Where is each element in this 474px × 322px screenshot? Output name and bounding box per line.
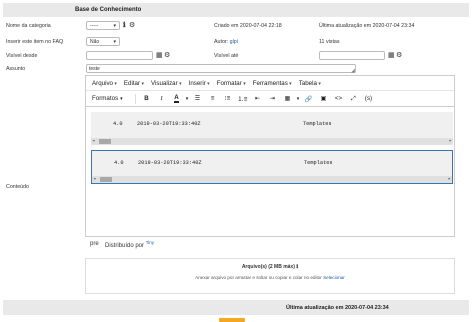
gear-icon[interactable]: ⚙: [164, 51, 170, 59]
element-path[interactable]: pre: [90, 241, 99, 247]
horizontal-scrollbar[interactable]: ◂ ▸: [92, 176, 452, 183]
created-date: Criado em 2020-07-04 22:18: [214, 23, 282, 29]
formats-label: Formatos: [92, 95, 119, 102]
outdent-icon[interactable]: ⇤: [250, 93, 265, 105]
scroll-left-icon[interactable]: ◂: [93, 176, 96, 182]
calendar-icon[interactable]: ▦: [388, 51, 395, 59]
scroll-right-icon[interactable]: ▸: [449, 138, 452, 144]
menu-insert[interactable]: Inserir: [189, 80, 210, 87]
category-select[interactable]: ----- ▾: [86, 21, 120, 30]
rich-text-editor[interactable]: Arquivo Editar Visualizar Inserir Format…: [85, 75, 455, 237]
code-block: 4.0 2019-03-20T19:33:40Z Templates ◂ ▸: [91, 112, 453, 145]
fullscreen-icon[interactable]: ⤢: [346, 93, 361, 105]
align-justify-icon[interactable]: ≡: [205, 93, 220, 105]
faq-value: Não: [90, 38, 100, 45]
subject-value: teste: [89, 66, 100, 72]
visible-until-label: Visível até: [214, 53, 239, 59]
code-timestamp: 2019-03-20T19:33:40Z: [138, 160, 202, 166]
bullet-list-icon[interactable]: ⁝≡: [220, 93, 235, 105]
menu-edit[interactable]: Editar: [124, 80, 144, 87]
chevron-down-icon: ▾: [113, 38, 116, 45]
save-button[interactable]: [219, 318, 245, 322]
page-title: Base de Conhecimento: [75, 7, 142, 13]
menu-tools[interactable]: Ferramentas: [253, 80, 292, 87]
table-icon[interactable]: ▦: [280, 93, 295, 105]
visible-from-input[interactable]: [86, 51, 153, 60]
image-icon[interactable]: ▣: [316, 93, 331, 105]
gear-icon[interactable]: ⚙: [396, 51, 402, 59]
code-timestamp: 2019-03-20T19:33:40Z: [137, 121, 201, 127]
scroll-left-icon[interactable]: ◂: [92, 138, 95, 144]
menu-file[interactable]: Arquivo: [92, 80, 117, 87]
author-label-text: Autor:: [214, 39, 229, 45]
upload-hint-text: Anexar arquivo por arrastar e soltar ou …: [195, 275, 322, 280]
horizontal-scrollbar[interactable]: ◂ ▸: [91, 138, 453, 145]
views-count: 11 vistas: [319, 39, 340, 45]
indent-icon[interactable]: ⇥: [265, 93, 280, 105]
link-icon[interactable]: 🔗: [301, 93, 316, 105]
text-color-icon[interactable]: A: [169, 93, 184, 105]
code-name: Templates: [304, 160, 333, 166]
code-name: Templates: [303, 121, 332, 127]
info-icon[interactable]: ℹ: [296, 264, 298, 270]
upload-title-text: Arquivo(s) (2 MB máx): [241, 264, 295, 270]
powered-by: Distribuído por Tiny: [105, 240, 154, 249]
page-header: Base de Conhecimento: [3, 3, 469, 17]
select-file-link[interactable]: Selecionar: [323, 275, 345, 280]
code-version: 4.0: [113, 121, 123, 127]
menu-table[interactable]: Tabela: [299, 80, 321, 87]
code-icon[interactable]: <>: [331, 93, 346, 105]
code-version: 4.0: [114, 160, 124, 166]
footer-last-update: Última atualização em 2020-07-04 23:34: [286, 305, 389, 311]
formats-dropdown[interactable]: Formatos ▾: [92, 93, 132, 105]
scrollbar-thumb[interactable]: [99, 139, 111, 144]
italic-icon[interactable]: I: [154, 93, 169, 105]
editor-toolbar: Formatos ▾ B I A ▾ ☰ ≡ ⁝≡ ⒈≡ ⇤ ⇥ ▦ ▾ 🔗 ▣…: [86, 91, 454, 107]
scroll-right-icon[interactable]: ▸: [448, 176, 451, 182]
menu-view[interactable]: Visualizar: [151, 80, 182, 87]
editor-menubar: Arquivo Editar Visualizar Inserir Format…: [86, 76, 454, 91]
source-code-icon[interactable]: (s): [361, 93, 376, 105]
category-value: -----: [90, 22, 99, 29]
author-label: Autor: glpi: [214, 39, 238, 45]
tiny-link[interactable]: Tiny: [146, 240, 154, 245]
info-icon[interactable]: ℹ: [123, 21, 126, 29]
faq-select[interactable]: Não ▾: [86, 37, 120, 46]
visible-until-input[interactable]: [319, 51, 385, 60]
bold-icon[interactable]: B: [139, 93, 154, 105]
toolbar-divider: [135, 93, 136, 104]
code-block-selected: 4.0 2019-03-20T19:33:40Z Templates ◂ ▸: [91, 150, 453, 184]
footer-bar: Última atualização em 2020-07-04 23:34: [3, 300, 469, 315]
file-upload-area[interactable]: Arquivo(s) (2 MB máx) ℹ Anexar arquivo p…: [85, 258, 455, 294]
subject-label: Assunto: [6, 66, 26, 72]
subject-input[interactable]: teste: [86, 64, 356, 73]
visible-from-label: Visível desde: [6, 53, 38, 59]
upload-title: Arquivo(s) (2 MB máx) ℹ: [86, 264, 454, 270]
powered-by-text: Distribuído por: [105, 243, 145, 249]
chevron-down-icon: ▾: [120, 95, 123, 102]
chevron-down-icon: ▾: [113, 22, 116, 29]
numbered-list-icon[interactable]: ⒈≡: [235, 93, 250, 105]
updated-date: Última atualização em 2020-07-04 23:34: [319, 23, 415, 29]
upload-hint: Anexar arquivo por arrastar e soltar ou …: [86, 275, 454, 280]
align-left-icon[interactable]: ☰: [190, 93, 205, 105]
scrollbar-thumb[interactable]: [100, 177, 112, 182]
gear-icon[interactable]: ⚙: [129, 21, 135, 29]
menu-format[interactable]: Formatar: [217, 80, 246, 87]
resize-handle-icon[interactable]: ◢: [351, 68, 355, 74]
author-link[interactable]: glpi: [230, 39, 238, 45]
category-label: Nome da categoria: [6, 23, 51, 29]
content-label: Conteúdo: [6, 184, 29, 190]
calendar-icon[interactable]: ▦: [156, 51, 163, 59]
faq-label: Inserir este item no FAQ: [6, 39, 64, 45]
